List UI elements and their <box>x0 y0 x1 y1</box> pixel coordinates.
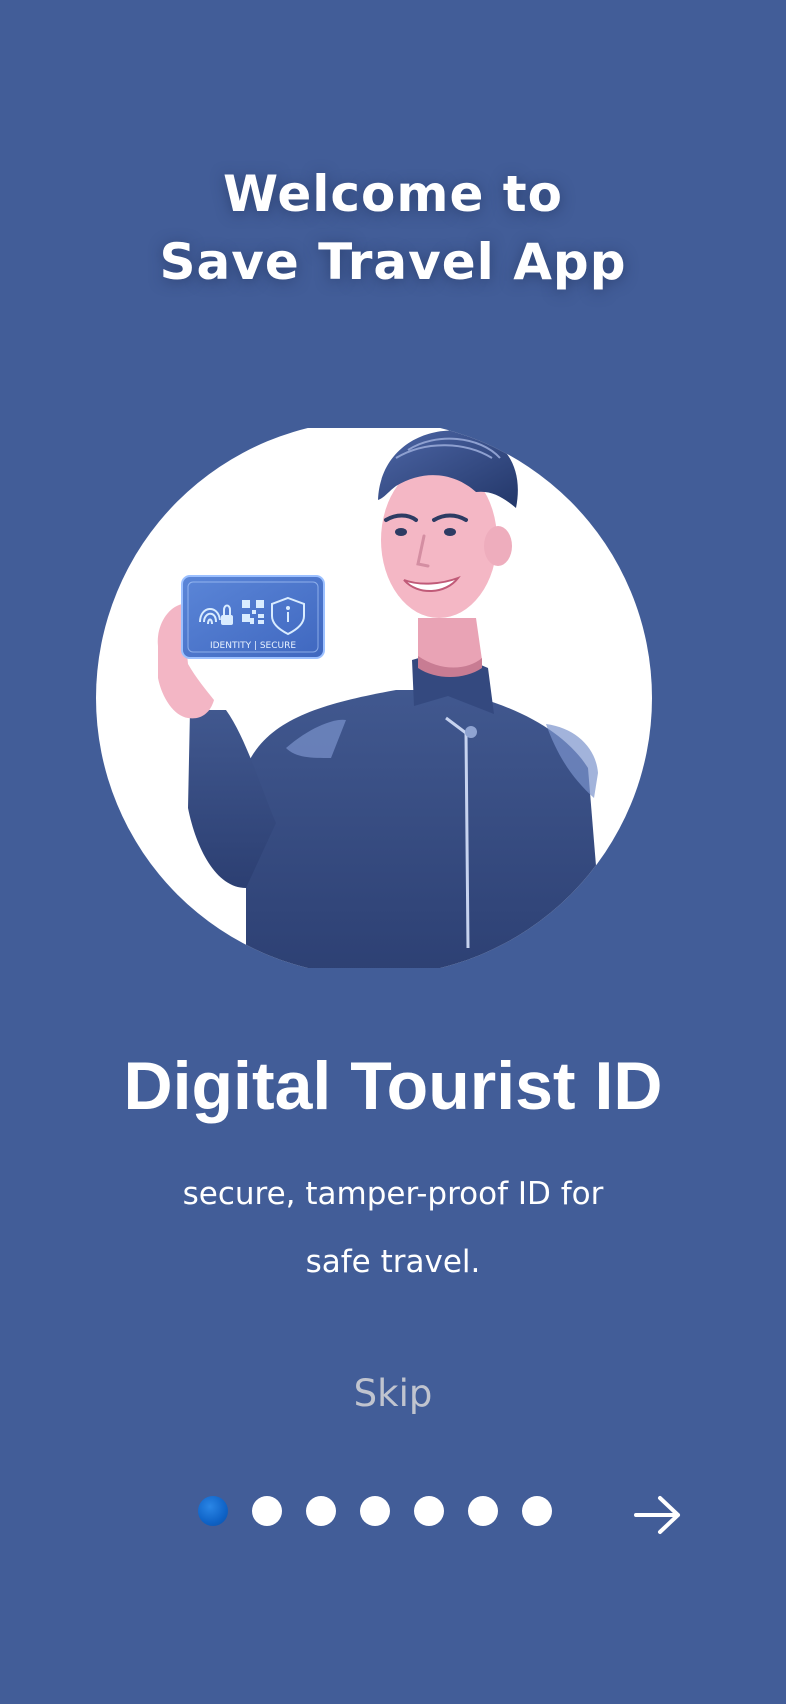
page-dot-5[interactable] <box>414 1496 444 1526</box>
welcome-heading: Welcome to Save Travel App <box>0 160 786 296</box>
hero-illustration: IDENTITY | SECURE <box>96 428 652 968</box>
feature-description-line-1: secure, tamper-proof ID for <box>182 1176 604 1212</box>
page-dot-1[interactable] <box>198 1496 228 1526</box>
feature-description-line-2: safe travel. <box>305 1244 481 1280</box>
welcome-line-1: Welcome to <box>222 165 564 223</box>
arrow-right-icon <box>634 1496 680 1534</box>
feature-title: Digital Tourist ID <box>123 1048 663 1124</box>
page-dot-3[interactable] <box>306 1496 336 1526</box>
page-dot-6[interactable] <box>468 1496 498 1526</box>
id-card-text: IDENTITY | SECURE <box>210 641 296 651</box>
page-dot-4[interactable] <box>360 1496 390 1526</box>
skip-button[interactable]: Skip <box>0 1366 786 1422</box>
next-button[interactable] <box>630 1490 686 1540</box>
welcome-line-2: Save Travel App <box>159 233 627 291</box>
page-dot-7[interactable] <box>522 1496 552 1526</box>
page-dot-2[interactable] <box>252 1496 282 1526</box>
page-indicator <box>198 1496 552 1526</box>
feature-description: secure, tamper-proof ID for safe travel. <box>0 1160 786 1296</box>
